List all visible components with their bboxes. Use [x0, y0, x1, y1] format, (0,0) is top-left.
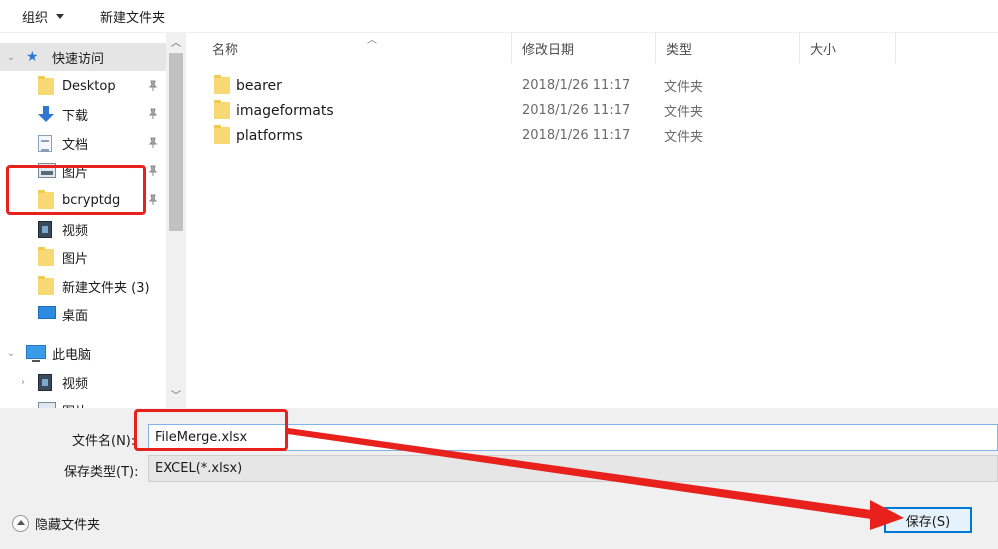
chevron-down-icon[interactable]: ⌄: [6, 52, 16, 63]
download-icon: [38, 106, 54, 123]
nav-scrollbar[interactable]: ︿ ﹀: [166, 33, 186, 408]
file-type: 文件夹: [664, 130, 704, 145]
hide-folders-button[interactable]: 隐藏文件夹: [12, 514, 100, 533]
file-name: platforms: [236, 127, 303, 144]
sort-ascending-icon: ︿: [367, 35, 377, 46]
nav-label: 新建文件夹 (3): [62, 280, 150, 296]
nav-label: 图片: [62, 165, 89, 181]
column-header-label: 修改日期: [522, 42, 575, 58]
nav-label: 此电脑: [52, 347, 92, 363]
toolbar: 组织 新建文件夹: [0, 0, 998, 33]
nav-label: 图片: [62, 251, 89, 267]
hide-folders-label: 隐藏文件夹: [35, 518, 101, 533]
nav-label: 文档: [62, 137, 89, 153]
nav-pc-item-videos[interactable]: › 视频: [0, 368, 166, 396]
nav-item-downloads[interactable]: 下载: [0, 100, 166, 128]
chevron-right-icon[interactable]: ›: [18, 377, 28, 388]
column-header-label: 类型: [666, 42, 693, 58]
column-header-date[interactable]: 修改日期: [512, 33, 656, 63]
chevron-down-icon[interactable]: ⌄: [6, 348, 16, 359]
document-icon: [38, 135, 52, 152]
save-button[interactable]: 保存(S): [884, 507, 972, 533]
pin-icon[interactable]: [147, 108, 159, 120]
navigation-pane: ⌄ ★ 快速访问 Desktop 下载 文档 图片 bcryptdg 视频 图片…: [0, 33, 186, 408]
chevron-up-icon: [12, 515, 29, 532]
nav-item-new-folder-3[interactable]: 新建文件夹 (3): [0, 272, 166, 300]
computer-icon: [26, 345, 46, 362]
scrollbar-thumb[interactable]: [169, 53, 183, 231]
file-date: 2018/1/26 11:17: [522, 103, 631, 118]
nav-label: 下载: [62, 108, 89, 124]
nav-item-videos[interactable]: 视频: [0, 215, 166, 243]
nav-item-desktop-cn[interactable]: 桌面: [0, 300, 166, 328]
file-name: bearer: [236, 77, 282, 94]
nav-label: 视频: [62, 376, 89, 392]
organize-label: 组织: [22, 11, 49, 26]
column-header-type[interactable]: 类型: [656, 33, 800, 63]
nav-item-pictures[interactable]: 图片: [0, 157, 166, 185]
new-folder-button[interactable]: 新建文件夹: [100, 7, 165, 26]
pin-icon[interactable]: [147, 165, 159, 177]
file-date: 2018/1/26 11:17: [522, 128, 631, 143]
nav-label: 视频: [62, 223, 89, 239]
filename-label: 文件名(N):: [72, 434, 136, 449]
folder-icon: [38, 190, 54, 209]
column-header-label: 名称: [212, 42, 239, 58]
star-icon: ★: [26, 49, 39, 65]
folder-icon: [214, 75, 230, 94]
save-form: 文件名(N): 保存类型(T): EXCEL(*.xlsx) 隐藏文件夹 保存(…: [0, 408, 998, 549]
column-header-size[interactable]: 大小: [800, 33, 896, 63]
filename-input[interactable]: [148, 424, 998, 451]
nav-pc-item-pictures[interactable]: › 图片: [0, 396, 166, 408]
folder-icon: [38, 276, 54, 295]
file-list: ︿ 名称 修改日期 类型 大小 bearer 2018/1/26 11:17 文…: [186, 33, 998, 408]
video-icon: [38, 374, 52, 391]
file-name: imageformats: [236, 102, 334, 119]
nav-item-desktop[interactable]: Desktop: [0, 72, 166, 100]
column-header-label: 大小: [810, 42, 837, 58]
folder-icon: [214, 100, 230, 119]
chevron-down-icon: [56, 14, 65, 19]
save-label: 保存(S): [905, 514, 951, 530]
scroll-up-icon[interactable]: ︿: [166, 35, 186, 53]
new-folder-label: 新建文件夹: [100, 11, 166, 26]
nav-label: bcryptdg: [62, 192, 121, 208]
nav-label: Desktop: [62, 78, 116, 94]
nav-label: 快速访问: [52, 51, 105, 67]
organize-menu-button[interactable]: 组织: [22, 7, 65, 26]
table-row[interactable]: imageformats 2018/1/26 11:17 文件夹: [206, 98, 726, 123]
filetype-select[interactable]: EXCEL(*.xlsx): [148, 455, 998, 482]
filetype-label: 保存类型(T):: [64, 465, 139, 480]
nav-item-pictures-folder[interactable]: 图片: [0, 243, 166, 271]
table-row[interactable]: platforms 2018/1/26 11:17 文件夹: [206, 123, 726, 148]
nav-quick-access[interactable]: ⌄ ★ 快速访问: [0, 43, 166, 71]
filetype-value: EXCEL(*.xlsx): [155, 461, 243, 476]
table-row[interactable]: bearer 2018/1/26 11:17 文件夹: [206, 73, 726, 98]
file-date: 2018/1/26 11:17: [522, 78, 631, 93]
video-icon: [38, 221, 52, 238]
nav-label: 图片: [62, 401, 88, 409]
file-type: 文件夹: [664, 80, 704, 95]
picture-icon: [38, 163, 56, 178]
folder-icon: [38, 76, 54, 95]
file-type: 文件夹: [664, 105, 704, 120]
pin-icon[interactable]: [147, 80, 159, 92]
nav-label: 桌面: [62, 308, 89, 324]
folder-icon: [38, 247, 54, 266]
folder-icon: [214, 125, 230, 144]
scroll-down-icon[interactable]: ﹀: [166, 388, 186, 406]
nav-this-pc[interactable]: ⌄ 此电脑: [0, 339, 166, 367]
nav-item-bcryptdg[interactable]: bcryptdg: [0, 186, 166, 214]
pin-icon[interactable]: [147, 137, 159, 149]
column-header-name[interactable]: ︿ 名称: [202, 33, 512, 63]
nav-item-documents[interactable]: 文档: [0, 129, 166, 157]
pin-icon[interactable]: [147, 194, 159, 206]
desktop-icon: [38, 306, 56, 319]
